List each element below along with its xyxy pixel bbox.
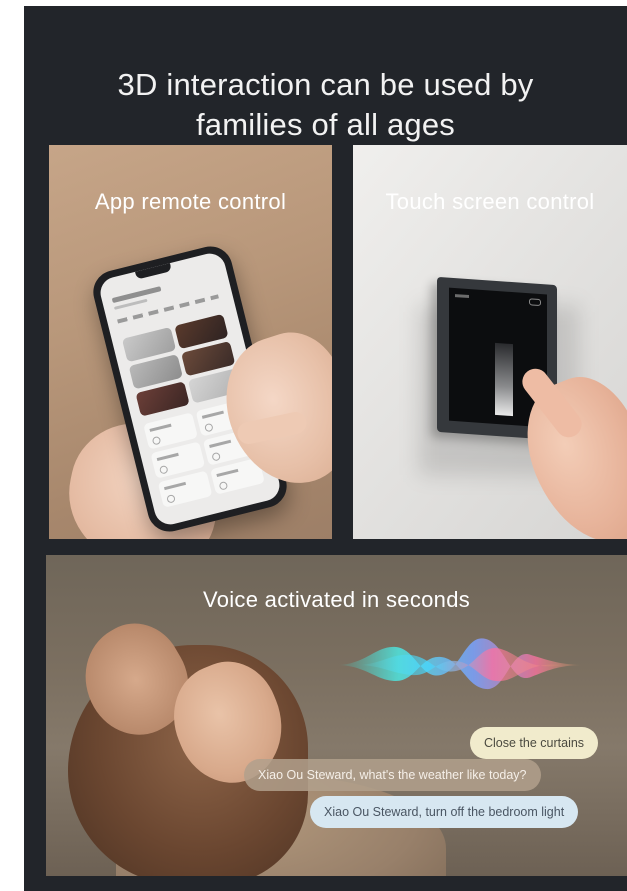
feature-frame: 3D interaction can be used by families o…: [24, 6, 627, 891]
speech-bubble: Close the curtains: [470, 727, 599, 759]
headline-line-2: families of all ages: [195, 106, 455, 142]
wall-panel-toggle-icon: [529, 298, 541, 307]
speech-bubble: Xiao Ou Steward, what's the weather like…: [244, 759, 541, 791]
app-remote-panel: App remote control: [49, 145, 332, 539]
voice-label: Voice activated in seconds: [202, 587, 471, 612]
wall-panel-status-bar: [455, 294, 469, 299]
speech-bubble: Xiao Ou Steward, turn off the bedroom li…: [310, 796, 579, 828]
headline-line-1: 3D interaction can be used by: [117, 66, 534, 102]
app-remote-label: App remote control: [94, 189, 287, 214]
voice-panel: Voice activated in seconds Close the cur…: [46, 555, 627, 876]
voice-wave-icon: [336, 638, 586, 690]
touch-screen-panel: Touch screen control: [353, 145, 627, 539]
headline: 3D interaction can be used by families o…: [24, 65, 627, 145]
brightness-slider-illustration: [495, 342, 513, 417]
touch-screen-label: Touch screen control: [385, 189, 595, 214]
